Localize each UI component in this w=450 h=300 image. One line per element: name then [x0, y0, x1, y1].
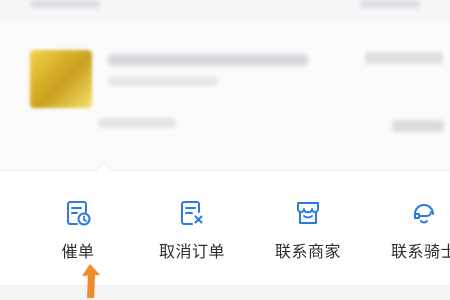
item-name-blurred [108, 54, 308, 66]
cancel-order-icon [181, 201, 203, 225]
item-price-blurred [365, 52, 443, 64]
item-note-blurred [98, 118, 176, 128]
item-spec-blurred [108, 77, 218, 86]
pointer-arrow-icon [82, 264, 100, 298]
urge-order-button[interactable]: 催单 [28, 198, 128, 262]
urge-order-label: 催单 [61, 242, 95, 261]
top-area [0, 0, 450, 22]
contact-merchant-icon [297, 202, 319, 224]
contact-rider-label: 联系骑士 [390, 242, 450, 261]
contact-merchant-label: 联系商家 [274, 242, 341, 261]
order-detail-screen: 催单 取消订单 联系商家 联系骑士 [0, 0, 450, 300]
blurred-text [30, 0, 100, 8]
contact-merchant-button[interactable]: 联系商家 [258, 198, 358, 262]
urge-order-icon [67, 201, 91, 226]
item-qty-blurred [392, 120, 444, 132]
cancel-order-button[interactable]: 取消订单 [142, 198, 242, 262]
cancel-order-label: 取消订单 [158, 242, 225, 261]
contact-rider-icon [414, 204, 434, 224]
product-image[interactable] [30, 50, 92, 108]
contact-rider-button[interactable]: 联系骑士 [374, 198, 450, 262]
blurred-text [360, 0, 420, 8]
section-divider [0, 285, 450, 286]
